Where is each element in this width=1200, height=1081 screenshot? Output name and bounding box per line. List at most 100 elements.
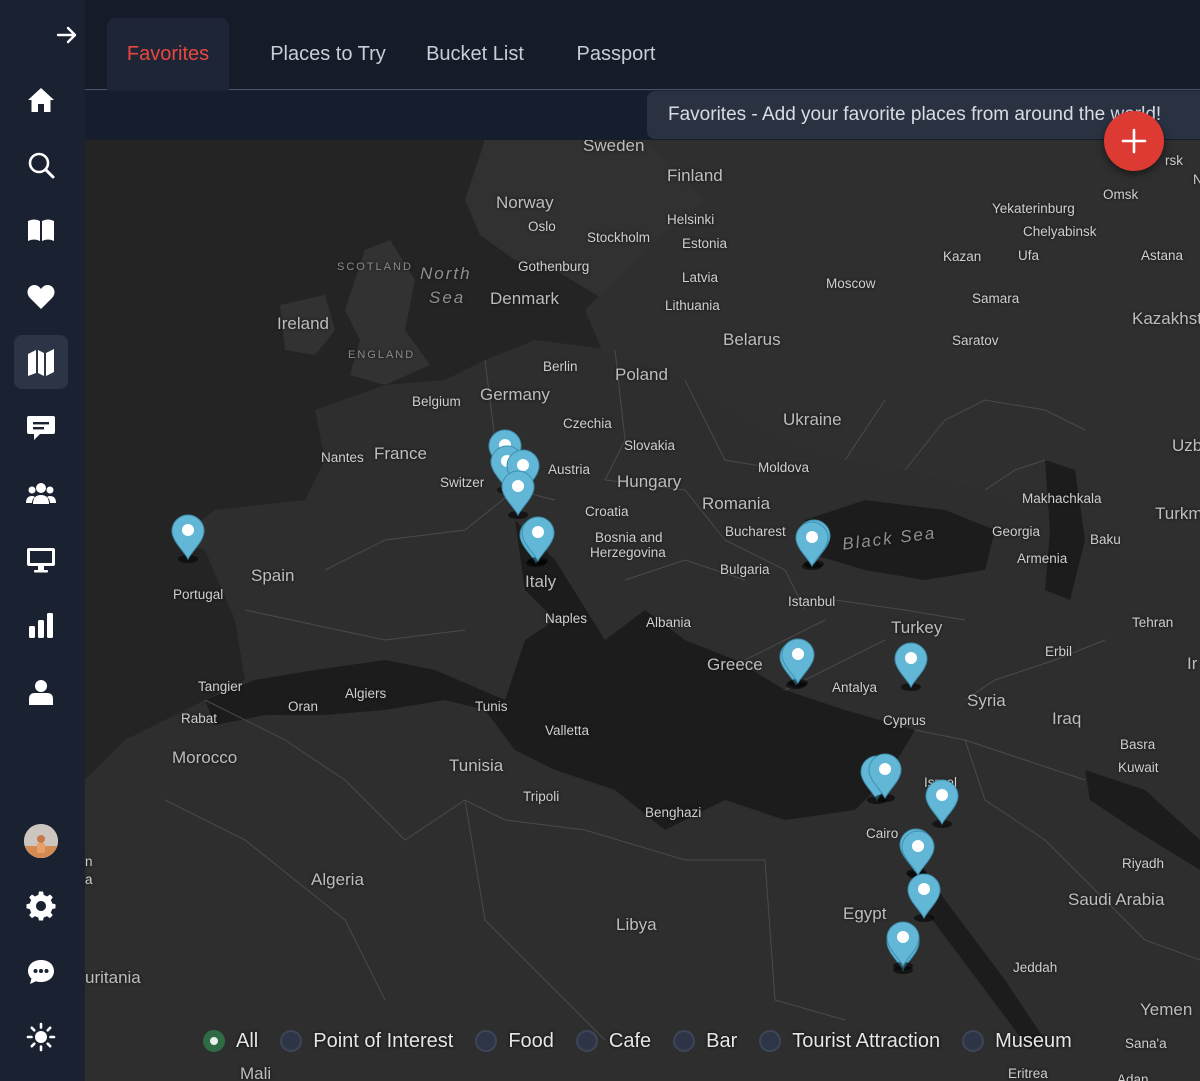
map-label: Turkey <box>891 618 943 637</box>
map-label: Chelyabinsk <box>1023 224 1097 239</box>
filter-label: All <box>236 1029 259 1052</box>
map-pin[interactable] <box>893 641 929 691</box>
map-pin[interactable] <box>520 515 556 565</box>
radio-button[interactable] <box>475 1030 498 1052</box>
tab-bucket-list[interactable]: Bucket List <box>411 18 539 90</box>
map-label: Saratov <box>952 333 999 348</box>
map-label: Sea <box>429 288 466 307</box>
filter-food[interactable]: Food <box>475 1030 554 1053</box>
comment-icon <box>27 416 55 440</box>
map-label: Kuwait <box>1118 760 1159 775</box>
map-label: Oran <box>288 699 319 714</box>
map-label: Slovakia <box>624 438 676 453</box>
add-favorite-button[interactable] <box>1104 111 1164 171</box>
map-label: Moscow <box>826 276 876 291</box>
map-label: Makhachkala <box>1022 491 1102 506</box>
sidebar-item-search[interactable] <box>14 138 68 192</box>
avatar[interactable] <box>24 824 58 858</box>
avatar-photo <box>24 824 58 858</box>
map-label: Omsk <box>1103 187 1139 202</box>
sidebar-item-home[interactable] <box>14 73 68 127</box>
radio-button[interactable] <box>962 1030 985 1052</box>
map-label: Sweden <box>583 140 645 155</box>
map-label: Istanbul <box>788 594 836 609</box>
map-base <box>85 140 1200 1081</box>
map-label: Eritrea <box>1008 1066 1048 1081</box>
map-pin[interactable] <box>885 920 921 970</box>
chat-button[interactable] <box>14 945 68 999</box>
map-pin[interactable] <box>867 752 903 802</box>
map-label: Greece <box>707 655 763 674</box>
map-label: Tunis <box>475 699 508 714</box>
radio-button[interactable] <box>759 1030 782 1052</box>
filter-label: Tourist Attraction <box>792 1029 941 1052</box>
map-view[interactable]: Sweden Finland Norway Oslo Helsinki Stoc… <box>85 140 1200 1081</box>
tab-places-to-try[interactable]: Places to Try <box>245 18 411 90</box>
map-marker-icon <box>171 514 205 563</box>
map-label: Benghazi <box>645 805 702 820</box>
filter-cafe[interactable]: Cafe <box>575 1030 651 1053</box>
map-pin[interactable] <box>794 520 830 570</box>
map-label: Antalya <box>832 680 878 695</box>
map-pin[interactable] <box>780 637 816 687</box>
map-label: Astana <box>1141 248 1184 263</box>
map-label: Austria <box>548 462 591 477</box>
radio-button[interactable] <box>673 1030 696 1052</box>
settings-button[interactable] <box>14 879 68 933</box>
map-marker-icon <box>795 521 829 570</box>
map-label: Hungary <box>617 472 682 491</box>
sidebar-item-stats[interactable] <box>14 598 68 652</box>
filter-museum[interactable]: Museum <box>962 1030 1072 1053</box>
map-pin[interactable] <box>924 778 960 828</box>
bar-chart-icon <box>29 613 53 638</box>
tab-bar: Favorites Places to Try Bucket List Pass… <box>85 0 1200 90</box>
radio-button[interactable] <box>203 1030 225 1052</box>
map-label: Riyadh <box>1122 856 1165 871</box>
map-label: SCOTLAND <box>337 261 413 273</box>
sidebar-item-profile[interactable] <box>14 665 68 719</box>
sidebar-collapse-button[interactable] <box>50 20 84 50</box>
map-label: Tunisia <box>449 756 504 775</box>
map-label: Kazakhst <box>1132 309 1200 328</box>
map-label: Bucharest <box>725 524 786 539</box>
sidebar <box>0 0 85 1081</box>
radio-button[interactable] <box>280 1030 303 1052</box>
map-label: Estonia <box>682 236 728 251</box>
sidebar-item-guides[interactable] <box>14 203 68 257</box>
map-label: Syria <box>967 691 1006 710</box>
map-label: Albania <box>646 615 692 630</box>
map-label: Switzer <box>440 475 485 490</box>
arrow-right-icon <box>56 26 77 44</box>
filter-tourist-attraction[interactable]: Tourist Attraction <box>759 1030 940 1053</box>
tab-passport[interactable]: Passport <box>555 18 677 90</box>
map-label: Baku <box>1090 532 1121 547</box>
sidebar-item-messages[interactable] <box>14 400 68 454</box>
map-marker-icon <box>501 470 535 519</box>
map-marker-icon <box>886 921 920 970</box>
map-pin[interactable] <box>500 469 536 519</box>
theme-toggle-button[interactable] <box>14 1010 68 1064</box>
home-icon <box>28 88 54 112</box>
map-label: Sana'a <box>1125 1036 1167 1051</box>
filter-all[interactable]: All <box>203 1030 258 1053</box>
sidebar-item-favorites[interactable] <box>14 270 68 324</box>
filter-point-of-interest[interactable]: Point of Interest <box>280 1030 453 1053</box>
map-pin[interactable] <box>170 513 206 563</box>
filter-bar[interactable]: Bar <box>673 1030 737 1053</box>
sidebar-item-community[interactable] <box>14 467 68 521</box>
tab-favorites[interactable]: Favorites <box>107 18 229 90</box>
map-label: Romania <box>702 494 771 513</box>
map-label: ENGLAND <box>348 349 416 361</box>
radio-button[interactable] <box>575 1030 598 1052</box>
map-pin[interactable] <box>900 829 936 879</box>
map-pin[interactable] <box>906 872 942 922</box>
filter-label: Point of Interest <box>313 1029 454 1052</box>
map-label: Naples <box>545 611 588 626</box>
map-label: Czechia <box>563 416 612 431</box>
chat-icon <box>28 960 54 984</box>
sidebar-item-map[interactable] <box>14 335 68 389</box>
map-label: Gothenburg <box>518 259 590 274</box>
sidebar-item-desktop[interactable] <box>14 532 68 586</box>
map-label: N <box>1193 172 1200 187</box>
users-icon <box>26 483 56 504</box>
